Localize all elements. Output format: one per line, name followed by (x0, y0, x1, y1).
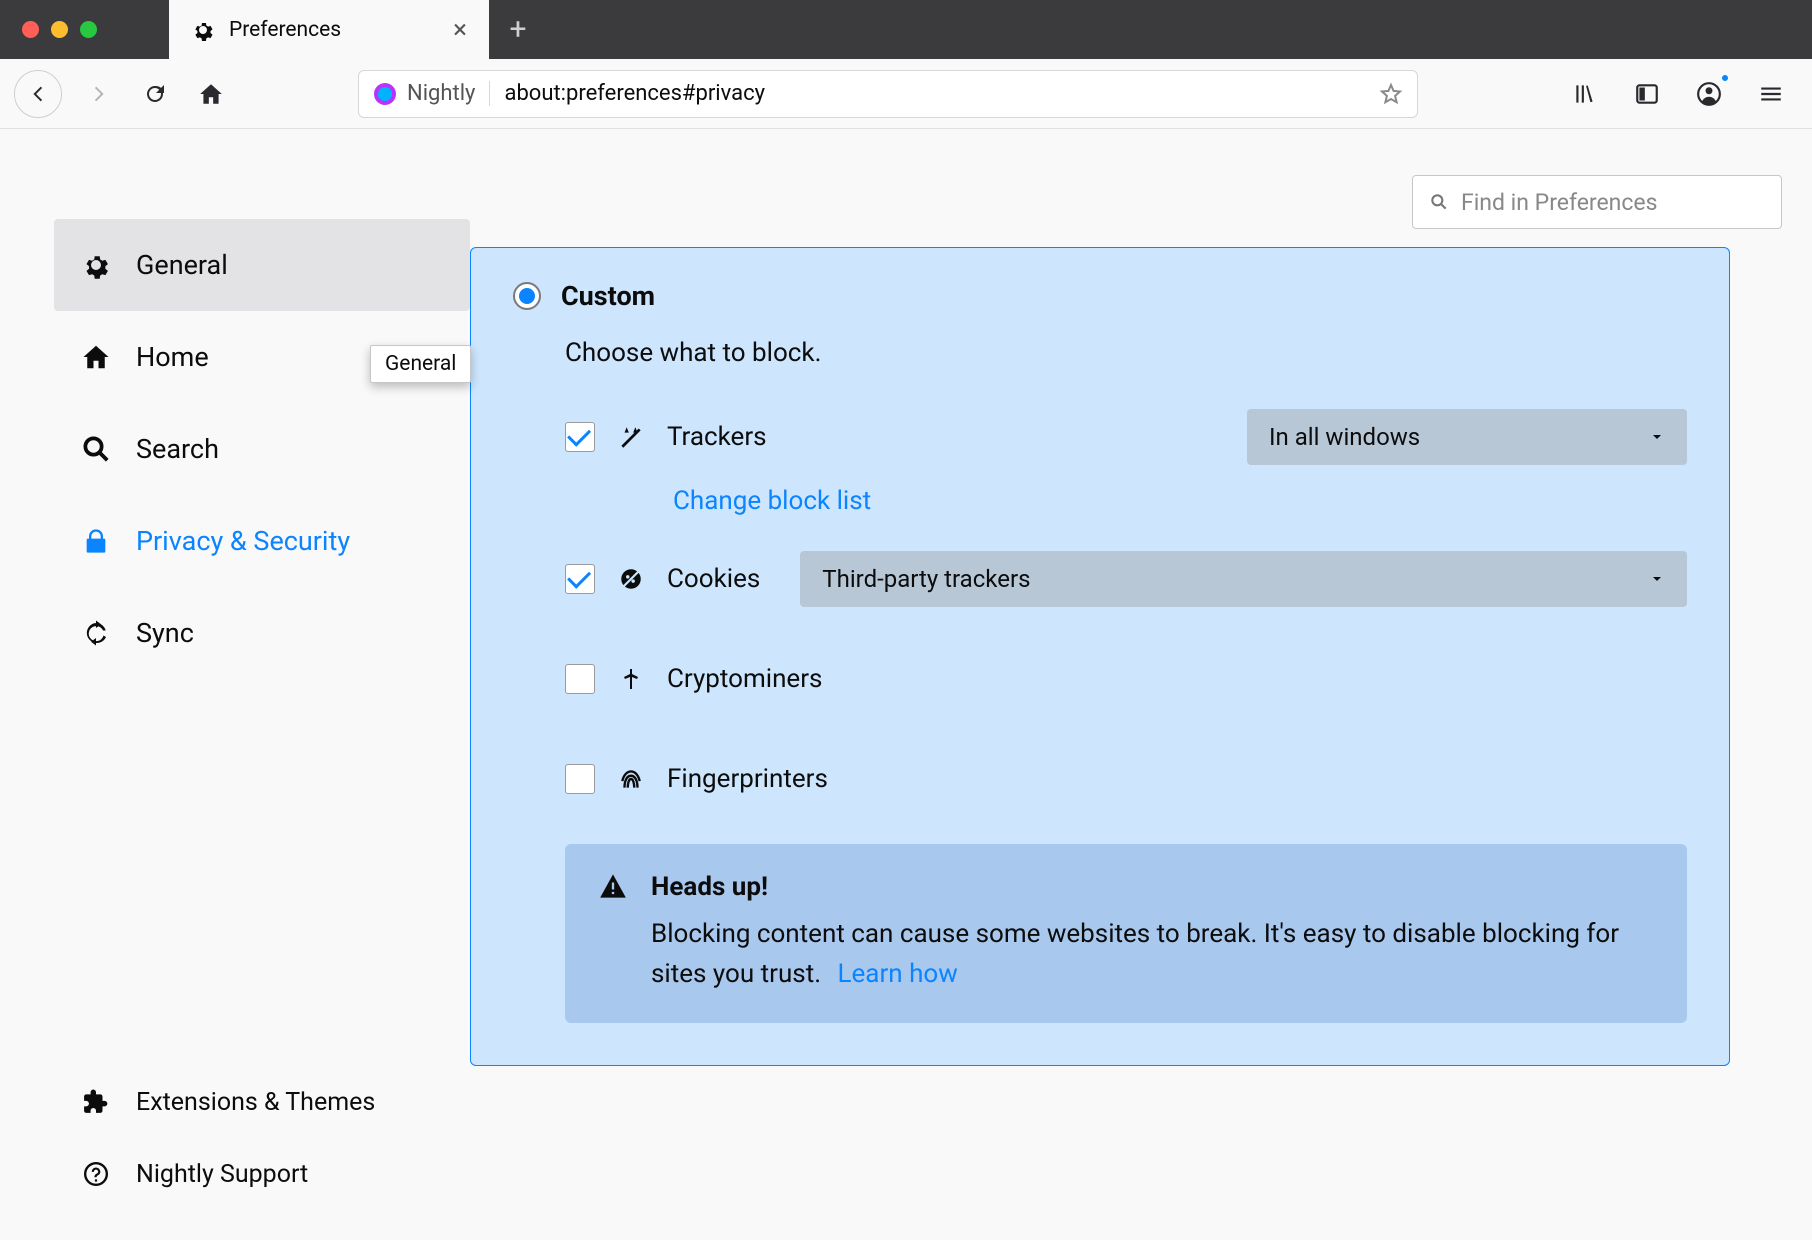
sidebar-label-general: General (136, 249, 228, 281)
sidebar-label-support: Nightly Support (136, 1160, 308, 1189)
tab-strip: Preferences × + (169, 0, 547, 59)
search-icon (80, 434, 112, 464)
home-icon (80, 342, 112, 372)
close-window-button[interactable] (22, 21, 39, 38)
firefox-nightly-icon (373, 82, 397, 106)
puzzle-icon (80, 1089, 112, 1115)
cryptominers-row: Cryptominers (565, 644, 1687, 714)
notification-dot-icon (1720, 73, 1730, 83)
find-placeholder: Find in Preferences (1461, 189, 1657, 216)
learn-how-link[interactable]: Learn how (838, 959, 958, 989)
warning-icon (599, 872, 627, 995)
nav-toolbar: Nightly about:preferences#privacy (0, 59, 1812, 129)
prefs-sidebar: General Home Search Privacy & Security S (0, 159, 470, 1240)
url-address: about:preferences#privacy (504, 81, 765, 106)
cryptominers-checkbox[interactable] (565, 664, 595, 694)
cookies-icon (617, 566, 645, 592)
heads-up-body: Blocking content can cause some websites… (651, 914, 1653, 995)
sidebar-bottom: Extensions & Themes Nightly Support (54, 1066, 470, 1240)
find-in-prefs-wrap: Find in Preferences (1412, 175, 1782, 229)
help-icon (80, 1161, 112, 1187)
cryptominers-icon (617, 666, 645, 692)
identity-box[interactable]: Nightly (373, 81, 490, 106)
protection-level-custom-radio[interactable]: Custom (513, 280, 1687, 312)
url-bar[interactable]: Nightly about:preferences#privacy (358, 70, 1418, 118)
cookies-label: Cookies (667, 564, 760, 594)
cryptominers-label: Cryptominers (667, 664, 822, 694)
tab-title: Preferences (229, 18, 341, 42)
cookies-checkbox[interactable] (565, 564, 595, 594)
toolbar-right (1566, 75, 1798, 113)
close-tab-icon[interactable]: × (453, 15, 467, 45)
cookies-row: Cookies Third-party trackers (565, 544, 1687, 614)
fingerprinters-row: Fingerprinters (565, 744, 1687, 814)
search-icon (1429, 192, 1449, 212)
chevron-down-icon (1649, 571, 1665, 587)
sidebar-item-privacy[interactable]: Privacy & Security (54, 495, 470, 587)
zoom-window-button[interactable] (80, 21, 97, 38)
bookmark-star-icon[interactable] (1379, 82, 1403, 106)
reload-button[interactable] (136, 75, 174, 113)
find-in-prefs-input[interactable]: Find in Preferences (1412, 175, 1782, 229)
cookies-select[interactable]: Third-party trackers (800, 551, 1687, 607)
heads-up-title: Heads up! (651, 872, 1653, 902)
home-button[interactable] (192, 75, 230, 113)
radio-selected-icon (513, 282, 541, 310)
sidebar-icon[interactable] (1628, 75, 1666, 113)
window-titlebar: Preferences × + (0, 0, 1812, 59)
trackers-label: Trackers (667, 422, 767, 452)
sidebar-item-search[interactable]: Search (54, 403, 470, 495)
sidebar-item-support[interactable]: Nightly Support (54, 1138, 470, 1210)
trackers-checkbox[interactable] (565, 422, 595, 452)
fingerprint-icon (617, 766, 645, 792)
sidebar-label-home: Home (136, 341, 209, 373)
sidebar-label-sync: Sync (136, 617, 194, 649)
lock-icon (80, 527, 112, 555)
cookies-select-value: Third-party trackers (822, 565, 1030, 593)
heads-up-banner: Heads up! Blocking content can cause som… (565, 844, 1687, 1023)
custom-title: Custom (561, 280, 655, 312)
trackers-icon (617, 424, 645, 450)
minimize-window-button[interactable] (51, 21, 68, 38)
heads-up-text: Blocking content can cause some websites… (651, 919, 1619, 989)
new-tab-button[interactable]: + (489, 0, 547, 59)
content-area: General Home Search Privacy & Security S (0, 129, 1812, 1240)
sidebar-item-extensions[interactable]: Extensions & Themes (54, 1066, 470, 1138)
sidebar-label-privacy: Privacy & Security (136, 525, 350, 557)
app-menu-icon[interactable] (1752, 75, 1790, 113)
tab-preferences[interactable]: Preferences × (169, 0, 489, 59)
gear-icon (80, 250, 112, 280)
fingerprinters-label: Fingerprinters (667, 764, 828, 794)
forward-button[interactable] (80, 75, 118, 113)
main-panel: Custom Choose what to block. Trackers In… (470, 159, 1812, 1240)
sidebar-label-search: Search (136, 433, 219, 465)
chevron-down-icon (1649, 429, 1665, 445)
custom-subtitle: Choose what to block. (565, 338, 1687, 368)
traffic-lights (0, 21, 119, 38)
sidebar-item-sync[interactable]: Sync (54, 587, 470, 679)
back-button[interactable] (14, 70, 62, 118)
tooltip-text: General (385, 352, 456, 376)
gear-icon (191, 18, 215, 42)
identity-label: Nightly (407, 81, 475, 106)
sync-icon (80, 618, 112, 648)
tooltip-general: General (370, 345, 471, 383)
change-block-list-link[interactable]: Change block list (673, 486, 871, 516)
account-icon[interactable] (1690, 75, 1728, 113)
sidebar-item-general[interactable]: General (54, 219, 470, 311)
trackers-select[interactable]: In all windows (1247, 409, 1687, 465)
sidebar-label-extensions: Extensions & Themes (136, 1088, 375, 1117)
custom-protection-box: Custom Choose what to block. Trackers In… (470, 247, 1730, 1066)
trackers-row: Trackers In all windows (565, 402, 1687, 472)
trackers-select-value: In all windows (1269, 423, 1420, 451)
fingerprinters-checkbox[interactable] (565, 764, 595, 794)
library-icon[interactable] (1566, 75, 1604, 113)
